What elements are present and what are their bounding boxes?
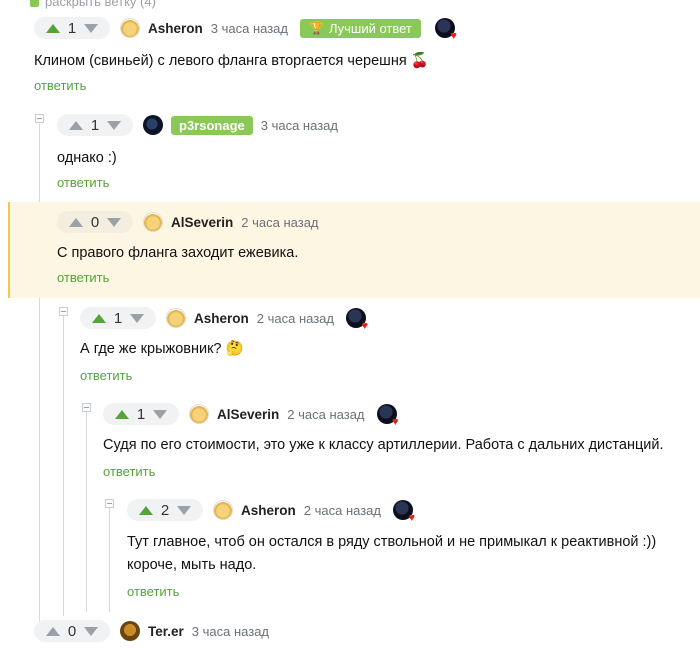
downvote-icon[interactable] xyxy=(107,120,121,130)
avatar[interactable] xyxy=(120,621,140,641)
award-icon xyxy=(376,404,399,428)
expand-branch-label: раскрыть ветку (4) xyxy=(45,0,156,9)
comment: 1 p3rsonage 3 часа назад однако :) ответ… xyxy=(57,113,700,195)
upvote-icon[interactable] xyxy=(92,313,106,323)
comment-header: 1 AlSeverin 2 часа назад xyxy=(103,402,399,428)
comment-time[interactable]: 3 часа назад xyxy=(192,624,269,639)
avatar[interactable] xyxy=(189,404,209,424)
rating-control: 1 xyxy=(80,307,156,329)
rating-control: 1 xyxy=(103,403,179,425)
comment-text: С правого фланга заходит ежевика. xyxy=(57,245,299,261)
award-icon xyxy=(346,308,368,332)
upvote-icon[interactable] xyxy=(46,23,60,33)
comment-time[interactable]: 2 часа назад xyxy=(257,311,334,326)
thread-line-1[interactable] xyxy=(39,124,40,624)
collapse-toggle[interactable] xyxy=(35,114,44,123)
reply-link[interactable]: ответить xyxy=(57,175,109,190)
comment-header: 0 AlSeverin 2 часа назад xyxy=(57,210,331,234)
avatar[interactable] xyxy=(213,500,233,520)
author-name[interactable]: Ter.er xyxy=(148,624,184,639)
downvote-icon[interactable] xyxy=(84,626,98,636)
author-name[interactable]: p3rsonage xyxy=(171,115,253,135)
comment-text: А где же крыжовник? 🤔 xyxy=(80,341,244,357)
rating-control: 1 xyxy=(34,17,110,39)
avatar[interactable] xyxy=(143,212,163,232)
thread-line-3[interactable] xyxy=(86,412,87,612)
author-name[interactable]: Asheron xyxy=(194,311,249,326)
downvote-icon[interactable] xyxy=(177,505,191,515)
upvote-icon[interactable] xyxy=(115,409,129,419)
avatar[interactable] xyxy=(143,115,163,135)
comment: 0 Ter.er 3 часа назад xyxy=(34,619,700,647)
downvote-icon[interactable] xyxy=(107,217,121,227)
author-name[interactable]: AlSeverin xyxy=(171,215,233,230)
collapse-toggle[interactable] xyxy=(59,307,68,316)
trophy-icon: 🏆 xyxy=(309,21,324,35)
award-icon xyxy=(434,18,457,42)
rating-value: 0 xyxy=(90,213,100,231)
comment-header: 1 Asheron 3 часа назад 🏆 Лучший ответ xyxy=(34,16,457,42)
avatar[interactable] xyxy=(166,308,186,328)
comment-text-line-1: Тут главное, чтоб он остался в ряду ство… xyxy=(127,534,657,550)
rating-control: 0 xyxy=(34,620,110,642)
downvote-icon[interactable] xyxy=(130,313,144,323)
comment-header: 1 p3rsonage 3 часа назад xyxy=(57,113,350,137)
thread-line-4[interactable] xyxy=(109,508,110,612)
rating-control: 1 xyxy=(57,114,133,136)
comment-header: 0 Ter.er 3 часа назад xyxy=(34,619,281,643)
comment-thread: раскрыть ветку (4) 1 Asheron 3 часа наза… xyxy=(0,0,700,648)
rating-value: 2 xyxy=(160,501,170,519)
comment-text: Судя по его стоимости, это уже к классу … xyxy=(103,437,664,453)
comment-time[interactable]: 2 часа назад xyxy=(241,215,318,230)
comment-time[interactable]: 2 часа назад xyxy=(287,407,364,422)
upvote-icon[interactable] xyxy=(139,505,153,515)
upvote-icon[interactable] xyxy=(69,217,83,227)
author-name[interactable]: Asheron xyxy=(241,503,296,518)
comment-highlighted: 0 AlSeverin 2 часа назад С правого фланг… xyxy=(8,202,700,298)
expand-icon xyxy=(30,0,39,8)
comment-time[interactable]: 2 часа назад xyxy=(304,503,381,518)
collapse-toggle[interactable] xyxy=(105,499,114,508)
comment: 1 Asheron 3 часа назад 🏆 Лучший ответ Кли… xyxy=(34,16,700,98)
comment-text-line-2: короче, мыть надо. xyxy=(127,557,257,573)
comment-header: 1 Asheron 2 часа назад xyxy=(80,306,368,332)
comment: 1 Asheron 2 часа назад А где же крыжовни… xyxy=(80,306,700,388)
reply-link[interactable]: ответить xyxy=(80,368,132,383)
rating-value: 1 xyxy=(90,116,100,134)
comment-time[interactable]: 3 часа назад xyxy=(211,21,288,36)
rating-control: 2 xyxy=(127,499,203,521)
award-icon xyxy=(393,500,415,524)
comment-text: однако :) xyxy=(57,150,117,166)
upvote-icon[interactable] xyxy=(69,120,83,130)
reply-link[interactable]: ответить xyxy=(103,464,155,479)
author-name[interactable]: Asheron xyxy=(148,21,203,36)
best-answer-badge: 🏆 Лучший ответ xyxy=(300,18,421,38)
thread-line-2[interactable] xyxy=(63,316,64,616)
rating-value: 1 xyxy=(136,405,146,423)
downvote-icon[interactable] xyxy=(84,23,98,33)
reply-link[interactable]: ответить xyxy=(127,584,179,599)
rating-value: 0 xyxy=(67,622,77,640)
rating-control: 0 xyxy=(57,211,133,233)
comment: 1 AlSeverin 2 часа назад Судя по его сто… xyxy=(103,402,700,484)
reply-link[interactable]: ответить xyxy=(34,78,86,93)
comment-header: 2 Asheron 2 часа назад xyxy=(127,498,415,524)
comment-time[interactable]: 3 часа назад xyxy=(261,118,338,133)
downvote-icon[interactable] xyxy=(153,409,167,419)
rating-value: 1 xyxy=(67,19,77,37)
comment: 2 Asheron 2 часа назад Тут главное, чтоб… xyxy=(127,498,700,608)
author-name[interactable]: AlSeverin xyxy=(217,407,279,422)
comment-text: Клином (свиньей) с левого фланга вторгае… xyxy=(34,53,429,69)
reply-link[interactable]: ответить xyxy=(57,270,109,285)
expand-branch-link[interactable]: раскрыть ветку (4) xyxy=(30,0,156,9)
upvote-icon[interactable] xyxy=(46,626,60,636)
avatar[interactable] xyxy=(120,18,140,38)
rating-value: 1 xyxy=(113,309,123,327)
collapse-toggle[interactable] xyxy=(82,403,91,412)
best-answer-label: Лучший ответ xyxy=(328,20,412,36)
